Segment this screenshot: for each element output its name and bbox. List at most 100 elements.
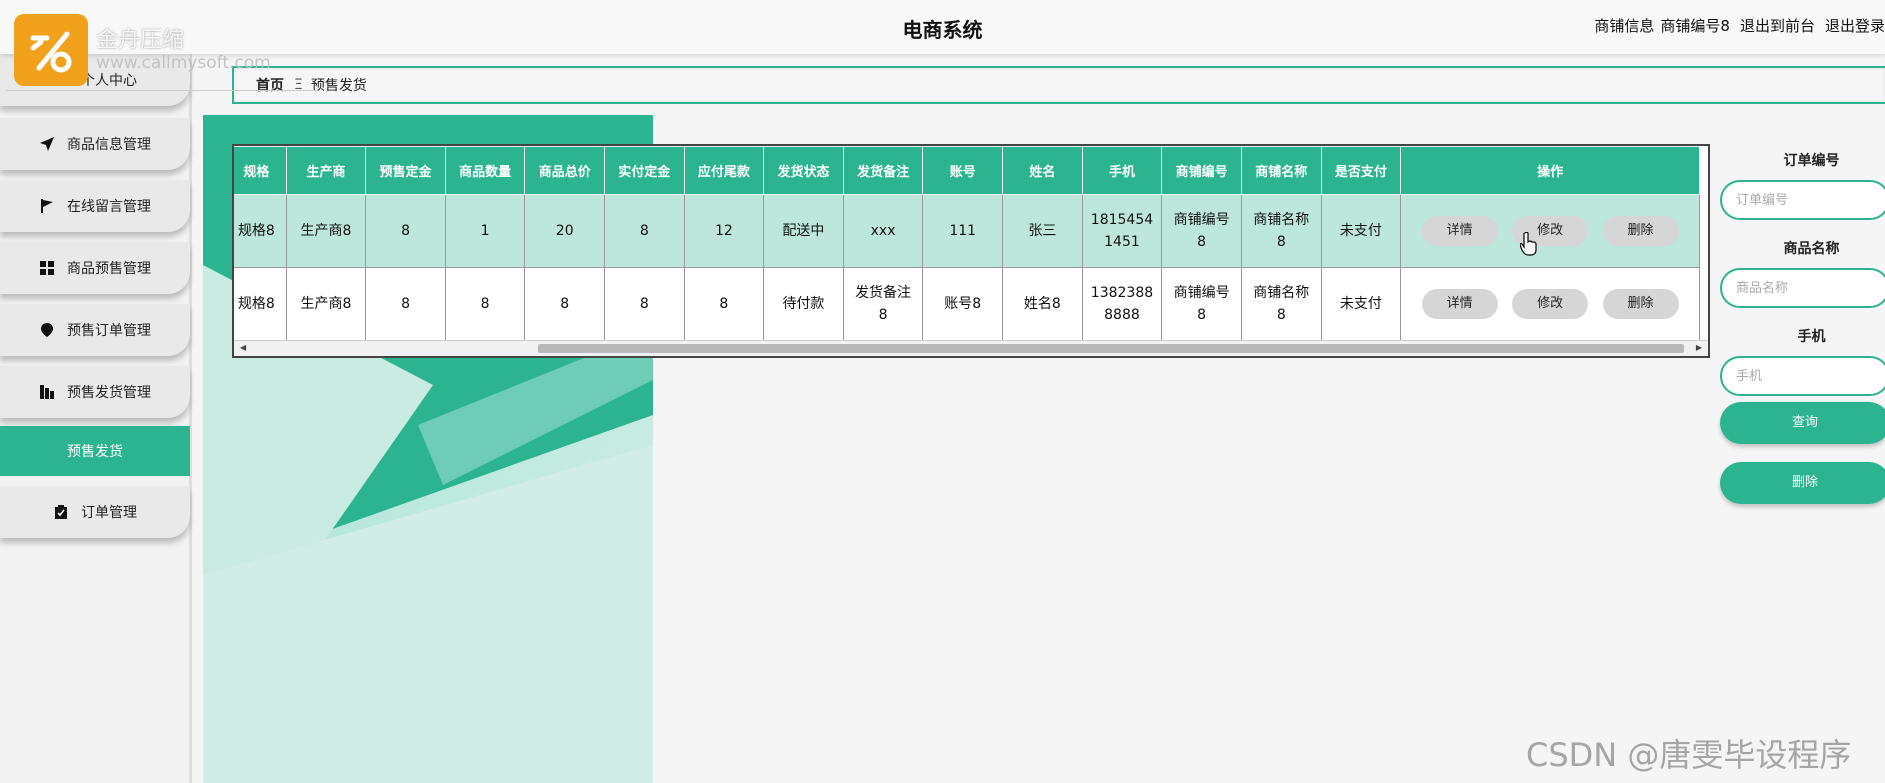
sidebar-item-presale-orders[interactable]: 预售订单管理 [0,304,190,356]
search-panel: 订单编号 商品名称 手机 查询 删除 [1718,150,1885,504]
column-header: 预售定金 [365,146,446,195]
table-cell: 生产商8 [285,267,367,341]
sidebar-item-label: 个人中心 [81,73,137,89]
sidebar-item-label: 商品信息管理 [67,137,151,153]
sidebar-item-messages[interactable]: 在线留言管理 [0,180,190,232]
scrollbar-thumb[interactable] [538,344,1684,353]
table-cell: 8 [604,267,685,341]
table-cell: 张三 [1002,194,1083,268]
table-cell: 商铺名称8 [1240,267,1322,341]
csdn-watermark: CSDN @唐雯毕设程序 [1526,736,1852,774]
breadcrumb-home[interactable]: 首页 [256,75,284,95]
column-header: 商铺名称 [1240,146,1322,195]
table-cell: 8 [365,267,446,341]
data-table: 规格 生产商 预售定金 商品数量 商品总价 实付定金 应付尾款 发货状态 发货备… [234,146,1700,341]
table-cell: 商铺编号8 [1161,267,1242,341]
flag-icon [39,198,55,214]
batch-delete-button[interactable]: 删除 [1720,462,1885,504]
chart-icon [39,384,55,400]
delete-button[interactable]: 删除 [1602,289,1679,319]
sidebar-item-orders[interactable]: 订单管理 [0,486,190,538]
table-cell: 18154541451 [1081,194,1163,268]
table-row[interactable]: 规格8 生产商8 8 8 8 8 8 待付款 发货备注8 账号8 姓名8 138… [234,267,1700,341]
column-header: 发货状态 [763,146,844,195]
column-header: 操作 [1400,146,1700,195]
table-cell: 商铺编号8 [1161,194,1242,268]
table-header-row: 规格 生产商 预售定金 商品数量 商品总价 实付定金 应付尾款 发货状态 发货备… [234,146,1700,195]
table-cell: 账号8 [922,267,1004,341]
column-header: 商品数量 [444,146,526,195]
sidebar-item-label: 预售发货 [67,444,123,460]
sidebar: 首页 ▬ 个人中心 商品信息管理 在线留言管理 商品预售管理 [0,0,192,783]
breadcrumb: 首页 Ξ 预售发货 [232,66,1885,104]
scroll-left-icon[interactable]: ◀ [240,343,246,352]
delete-button[interactable]: 删除 [1602,216,1679,246]
column-header: 商品总价 [524,146,605,195]
column-header: 发货备注 [842,146,924,195]
table-cell: 1 [444,194,526,268]
column-header: 姓名 [1002,146,1083,195]
sidebar-item-label: 预售订单管理 [67,323,151,339]
table-cell: 姓名8 [1002,267,1083,341]
scroll-right-icon[interactable]: ▶ [1696,343,1702,352]
hand-cursor-icon [1519,231,1538,260]
header-links: 商铺信息 商铺编号8 退出到前台 退出登录 [1584,15,1885,36]
table-cell: 规格8 [234,194,287,268]
exit-to-front-link[interactable]: 退出到前台 [1740,17,1815,35]
detail-button[interactable]: 详情 [1421,289,1498,319]
column-header: 是否支付 [1320,146,1402,195]
watermark-line [6,90,318,91]
table-cell: 生产商8 [285,194,367,268]
location-icon [39,322,55,338]
column-header: 商铺编号 [1161,146,1242,195]
table-cell: 13823888888 [1081,267,1163,341]
column-header: 账号 [922,146,1004,195]
logout-link[interactable]: 退出登录 [1825,17,1885,35]
app-root: 首页 ▬ 个人中心 商品信息管理 在线留言管理 商品预售管理 [0,0,1885,783]
breadcrumb-current: 预售发货 [310,78,367,94]
table-cell: 8 [524,267,605,341]
horizontal-scrollbar[interactable]: ◀ ▶ [234,340,1708,356]
actions-cell: 详情 修改 删除 [1400,194,1700,268]
column-header: 规格 [234,146,287,195]
table-cell: 20 [524,194,605,268]
column-header: 生产商 [285,146,367,195]
data-table-container: 规格 生产商 预售定金 商品数量 商品总价 实付定金 应付尾款 发货状态 发货备… [232,144,1710,358]
top-header: 电商系统 商铺信息 商铺编号8 退出到前台 退出登录 [0,0,1885,54]
actions-cell: 详情 修改 删除 [1400,267,1700,341]
phone-label: 手机 [1797,329,1826,345]
sidebar-item-product-info[interactable]: 商品信息管理 [0,118,190,170]
shop-id-text: 商铺编号8 [1660,17,1730,35]
table-cell: 商铺名称8 [1240,194,1322,268]
sidebar-item-presale-products[interactable]: 商品预售管理 [0,242,190,294]
table-cell: 8 [604,194,685,268]
table-cell: 111 [922,194,1004,268]
table-cell: 配送中 [763,194,844,268]
phone-input[interactable] [1720,356,1885,396]
product-name-input[interactable] [1720,268,1885,308]
table-cell: 8 [683,267,765,341]
sidebar-item-presale-shipping[interactable]: 预售发货 [0,426,190,476]
clipboard-icon [53,504,69,520]
order-number-input[interactable] [1720,180,1885,220]
sidebar-item-label: 预售发货管理 [67,385,151,401]
watermark-logo [14,14,88,86]
table-row[interactable]: 规格8 生产商8 8 1 20 8 12 配送中 xxx 111 张三 1815… [234,194,1700,268]
shop-info-link[interactable]: 商铺信息 [1594,17,1654,35]
table-cell: 12 [683,194,765,268]
watermark-url: www.callmysoft.com [96,53,271,73]
table-cell: 未支付 [1320,194,1402,268]
sidebar-item-presale-shipping-mgmt[interactable]: 预售发货管理 [0,366,190,418]
order-number-label: 订单编号 [1783,153,1840,169]
detail-button[interactable]: 详情 [1421,216,1498,246]
table-cell: 未支付 [1320,267,1402,341]
watermark-text: 金舟压缩 [96,28,185,53]
sidebar-item-label: 订单管理 [81,505,137,521]
query-button[interactable]: 查询 [1720,402,1885,444]
table-cell: xxx [842,194,924,268]
column-header: 手机 [1081,146,1163,195]
table-cell: 发货备注8 [842,267,924,341]
grid-icon [39,260,55,276]
column-header: 实付定金 [604,146,685,195]
edit-button[interactable]: 修改 [1512,289,1589,319]
